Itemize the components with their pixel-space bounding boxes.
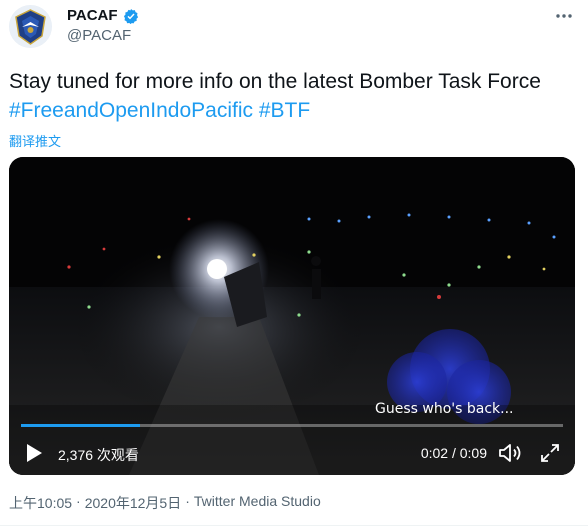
video-player[interactable]: Guess who's back... 2,376 次观看 0:02 / 0:0… (9, 157, 575, 475)
view-count: 2,376 次观看 (58, 447, 139, 463)
more-options-icon[interactable] (554, 6, 574, 26)
author-display-name[interactable]: PACAF (67, 7, 118, 24)
video-progress-bar[interactable] (21, 424, 563, 427)
author-avatar[interactable] (9, 5, 52, 48)
volume-icon[interactable] (498, 442, 524, 464)
meta-separator: · (76, 493, 81, 509)
video-timestamp: 0:02 / 0:09 (420, 445, 487, 461)
tweet-body-text: Stay tuned for more info on the latest B… (9, 70, 541, 93)
verified-badge-icon (123, 8, 138, 24)
fullscreen-icon[interactable] (539, 442, 561, 464)
author-name-row: PACAF (67, 7, 139, 24)
play-icon[interactable] (23, 442, 45, 464)
video-progress-fill (21, 424, 141, 427)
video-caption: Guess who's back... (375, 401, 514, 417)
translate-tweet-link[interactable]: 翻译推文 (9, 131, 61, 150)
tweet-time[interactable]: 上午10:05 (9, 493, 72, 513)
tweet-source[interactable]: Twitter Media Studio (194, 493, 321, 513)
tweet-metadata: 上午10:05 · 2020年12月5日 · Twitter Media Stu… (9, 493, 321, 513)
author-handle[interactable]: @PACAF (67, 27, 131, 44)
hashtag-link-freeandopenindopacific[interactable]: #FreeandOpenIndoPacific (9, 99, 253, 122)
tweet-date[interactable]: 2020年12月5日 (85, 493, 182, 513)
video-frame (9, 157, 575, 475)
divider (0, 525, 588, 526)
hashtag-link-btf[interactable]: #BTF (259, 99, 310, 122)
pacaf-emblem-icon (9, 5, 52, 48)
meta-separator: · (185, 493, 190, 509)
tweet-text: Stay tuned for more info on the latest B… (9, 67, 569, 125)
